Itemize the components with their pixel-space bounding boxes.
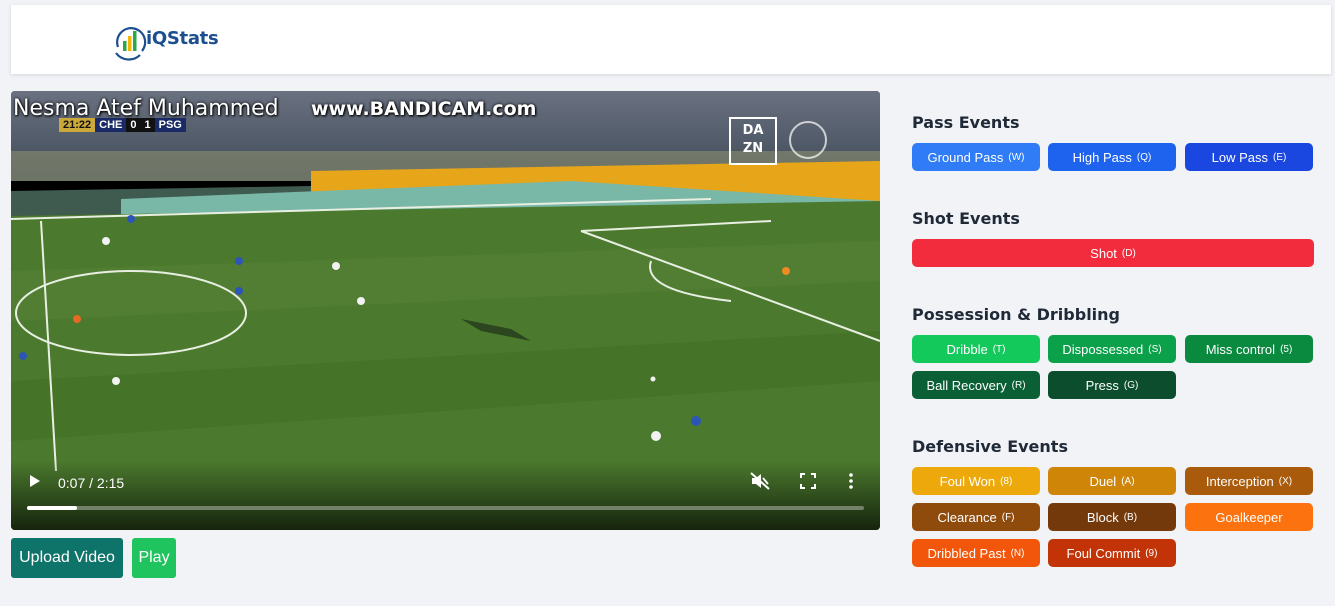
interception-label: Interception — [1205, 473, 1274, 489]
ball-recovery-key: (R) — [1011, 379, 1026, 391]
interception-button[interactable]: Interception (X) — [1185, 467, 1313, 495]
play-icon[interactable] — [28, 473, 42, 494]
shot-label: Shot — [1090, 245, 1117, 261]
low-pass-button[interactable]: Low Pass (E) — [1185, 143, 1313, 171]
dribbled-past-button[interactable]: Dribbled Past (N) — [912, 539, 1040, 567]
block-label: Block — [1086, 509, 1119, 525]
ground-pass-button[interactable]: Ground Pass (W) — [912, 143, 1040, 171]
clearance-key: (F) — [1001, 511, 1015, 523]
block-key: (B) — [1123, 511, 1138, 523]
clearance-label: Clearance — [937, 509, 997, 525]
app-logo[interactable]: iQStats — [112, 21, 219, 61]
scorebug-home-score: 0 — [126, 117, 141, 132]
dribble-key: (T) — [992, 343, 1006, 355]
scorebug-away-score: 1 — [140, 117, 155, 132]
miss-control-key: (5) — [1280, 343, 1293, 355]
bar-chart-logo-icon — [115, 27, 147, 61]
duel-key: (A) — [1121, 475, 1135, 487]
ball-recovery-label: Ball Recovery — [926, 377, 1007, 393]
shot-button[interactable]: Shot (D) — [912, 239, 1314, 267]
foul-commit-label: Foul Commit — [1066, 545, 1141, 561]
goalkeeper-label: Goalkeeper — [1215, 509, 1283, 525]
ground-pass-key: (W) — [1008, 151, 1025, 163]
foul-won-key: (8) — [1000, 475, 1013, 487]
video-time: 0:07 / 2:15 — [58, 475, 125, 491]
video-progress-bar[interactable] — [27, 506, 864, 510]
press-button[interactable]: Press (G) — [1048, 371, 1176, 399]
shot-events-title: Shot Events — [912, 209, 1020, 228]
shot-key: (D) — [1121, 247, 1136, 259]
foul-commit-key: (9) — [1145, 547, 1158, 559]
watermark-overlay: www.BANDICAM.com — [311, 98, 537, 120]
foul-won-button[interactable]: Foul Won (8) — [912, 467, 1040, 495]
miss-control-button[interactable]: Miss control (5) — [1185, 335, 1313, 363]
video-player[interactable]: Nesma Atef Muhammed www.BANDICAM.com 21:… — [11, 91, 880, 530]
possession-dribbling-title: Possession & Dribbling — [912, 305, 1120, 324]
dispossessed-label: Dispossessed — [1062, 341, 1144, 357]
broadcaster-line-2: ZN — [742, 141, 764, 156]
fullscreen-icon[interactable] — [800, 473, 816, 494]
dispossessed-button[interactable]: Dispossessed (S) — [1048, 335, 1176, 363]
duel-label: Duel — [1089, 473, 1117, 489]
interception-key: (X) — [1278, 475, 1293, 487]
high-pass-label: High Pass — [1072, 149, 1132, 165]
low-pass-label: Low Pass — [1211, 149, 1269, 165]
dribbled-past-label: Dribbled Past — [927, 545, 1006, 561]
scorebug-time: 21:22 — [59, 117, 96, 132]
broadcaster-logo: DA ZN — [729, 117, 777, 165]
video-progress-fill — [27, 506, 78, 510]
more-options-icon[interactable] — [848, 473, 854, 494]
upload-video-button[interactable]: Upload Video — [11, 538, 123, 578]
logo-text: iQStats — [146, 27, 219, 49]
low-pass-key: (E) — [1273, 151, 1287, 163]
high-pass-key: (Q) — [1136, 151, 1152, 163]
crosshair-icon — [789, 121, 827, 159]
ball-recovery-button[interactable]: Ball Recovery (R) — [912, 371, 1040, 399]
dribble-button[interactable]: Dribble (T) — [912, 335, 1040, 363]
pass-events-title: Pass Events — [912, 113, 1020, 132]
press-label: Press — [1085, 377, 1119, 393]
dispossessed-key: (S) — [1148, 343, 1162, 355]
duel-button[interactable]: Duel (A) — [1048, 467, 1176, 495]
broadcaster-line-1: DA — [742, 123, 764, 138]
foul-won-label: Foul Won — [939, 473, 996, 489]
defensive-events-title: Defensive Events — [912, 437, 1068, 456]
muted-speaker-icon[interactable] — [750, 472, 770, 495]
scorebug: 21:22 CHE 0 1 PSG — [59, 116, 186, 133]
foul-commit-button[interactable]: Foul Commit (9) — [1048, 539, 1176, 567]
scorebug-home: CHE — [95, 117, 127, 132]
top-header: iQStats — [11, 5, 1331, 74]
press-key: (G) — [1123, 379, 1139, 391]
miss-control-label: Miss control — [1205, 341, 1276, 357]
ground-pass-label: Ground Pass — [927, 149, 1004, 165]
clearance-button[interactable]: Clearance (F) — [912, 503, 1040, 531]
dribbled-past-key: (N) — [1010, 547, 1025, 559]
goalkeeper-button[interactable]: Goalkeeper — [1185, 503, 1313, 531]
dribble-label: Dribble — [946, 341, 988, 357]
play-button[interactable]: Play — [132, 538, 176, 578]
block-button[interactable]: Block (B) — [1048, 503, 1176, 531]
video-controls-bar — [11, 460, 880, 530]
high-pass-button[interactable]: High Pass (Q) — [1048, 143, 1176, 171]
scorebug-away: PSG — [154, 117, 186, 132]
